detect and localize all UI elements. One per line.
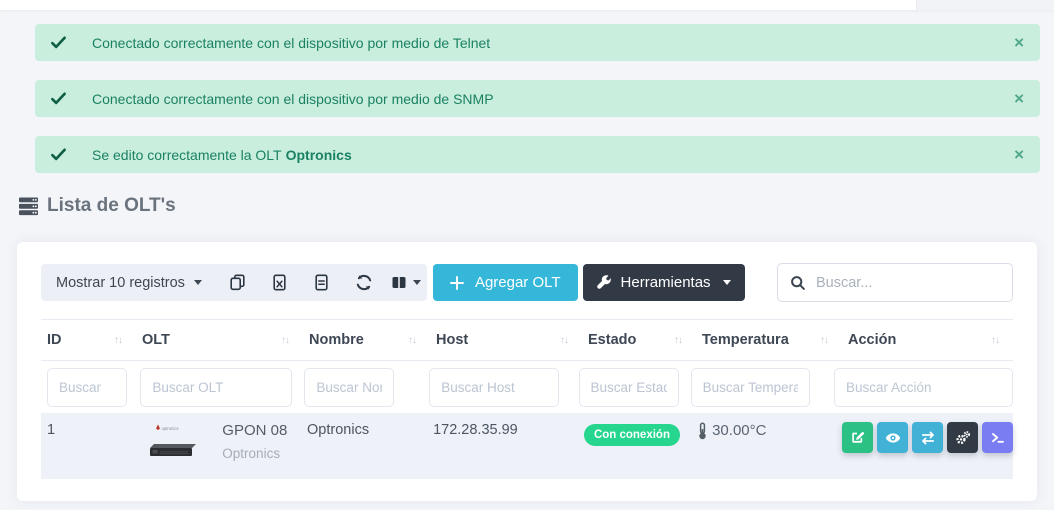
alert-message: Conectado correctamente con el dispositi…	[92, 35, 490, 51]
filter-input-estado[interactable]	[579, 368, 679, 407]
page-title-text: Lista de OLT's	[47, 195, 176, 217]
settings-button[interactable]	[947, 422, 978, 453]
chevron-down-icon	[413, 280, 421, 285]
olt-model: GPON 08	[222, 422, 287, 439]
cell-temperatura: 30.00°C	[691, 422, 836, 479]
check-icon	[51, 36, 66, 49]
column-header-temperatura[interactable]: Temperatura↑↓	[696, 320, 842, 360]
column-header-estado[interactable]: Estado↑↓	[582, 320, 696, 360]
cell-host: 172.28.35.99	[427, 422, 578, 479]
terminal-button[interactable]	[982, 422, 1013, 453]
table-search	[777, 263, 1013, 302]
sort-icon[interactable]: ↑↓	[281, 335, 289, 346]
sort-icon[interactable]: ↑↓	[820, 335, 828, 346]
tools-dropdown-button[interactable]: Herramientas	[583, 264, 745, 301]
excel-icon	[271, 274, 288, 291]
alert-telnet-success: Conectado correctamente con el dispositi…	[35, 24, 1040, 61]
filter-input-id[interactable]	[47, 368, 127, 407]
copy-icon	[229, 274, 246, 291]
column-header-host[interactable]: Host↑↓	[430, 320, 582, 360]
alerts-container: Conectado correctamente con el dispositi…	[35, 24, 1040, 173]
sort-icon[interactable]: ↑↓	[991, 335, 999, 346]
thermometer-icon	[697, 422, 708, 440]
show-entries-label: Mostrar 10 registros	[56, 275, 185, 291]
svg-text:optronics: optronics	[162, 426, 179, 431]
eye-icon	[885, 430, 901, 446]
column-header-accion[interactable]: Acción↑↓	[842, 320, 1013, 360]
add-olt-label: Agregar OLT	[475, 274, 561, 291]
check-icon	[51, 92, 66, 105]
column-header-nombre[interactable]: Nombre↑↓	[303, 320, 430, 360]
cell-nombre: Optronics	[301, 422, 427, 479]
chevron-down-icon	[723, 280, 731, 285]
navbar-dropdown-panel	[916, 0, 1054, 10]
filter-input-temperatura[interactable]	[691, 368, 810, 407]
top-navbar	[0, 0, 1054, 10]
file-export-button[interactable]	[301, 264, 343, 301]
table-toolbar: Mostrar 10 registros	[41, 264, 1013, 301]
tools-label: Herramientas	[621, 274, 711, 291]
add-olt-button[interactable]: Agregar OLT	[433, 264, 578, 301]
edit-icon	[850, 430, 865, 445]
edit-button[interactable]	[842, 422, 873, 453]
alert-message: Conectado correctamente con el dispositi…	[92, 91, 494, 107]
server-icon	[18, 197, 39, 216]
search-input[interactable]	[816, 275, 1000, 291]
show-entries-dropdown[interactable]: Mostrar 10 registros	[41, 264, 217, 301]
terminal-icon	[990, 430, 1006, 446]
file-text-icon	[313, 274, 330, 291]
cell-olt: optronics GPON 08 Optronics	[135, 422, 301, 479]
close-icon[interactable]: ×	[1014, 34, 1024, 51]
olt-device-image: optronics	[144, 422, 204, 460]
exchange-arrows-icon	[920, 430, 936, 446]
export-button-group: Mostrar 10 registros	[41, 264, 427, 301]
sort-icon[interactable]: ↑↓	[114, 335, 122, 346]
check-icon	[51, 148, 66, 161]
filter-input-accion[interactable]	[834, 368, 1013, 407]
filter-input-host[interactable]	[429, 368, 559, 407]
columns-icon	[391, 275, 407, 290]
view-button[interactable]	[877, 422, 908, 453]
copy-button[interactable]	[217, 264, 259, 301]
cell-estado: Con conexión	[578, 422, 691, 479]
filter-input-nombre[interactable]	[304, 368, 394, 407]
status-badge: Con conexión	[584, 424, 680, 446]
column-visibility-button[interactable]	[385, 264, 427, 301]
wrench-icon	[597, 275, 612, 290]
plus-icon	[450, 276, 464, 290]
olt-list-card: Mostrar 10 registros	[17, 242, 1037, 501]
chevron-down-icon	[194, 280, 202, 285]
close-icon[interactable]: ×	[1014, 146, 1024, 163]
olt-brand: Optronics	[222, 446, 287, 461]
refresh-button[interactable]	[343, 264, 385, 301]
page-title: Lista de OLT's	[18, 195, 1054, 217]
alert-edit-success: Se edito correctamente la OLTOptronics ×	[35, 136, 1040, 173]
gears-icon	[955, 430, 971, 446]
cell-accion	[836, 422, 1013, 479]
temperature-value: 30.00°C	[712, 422, 766, 439]
sort-icon[interactable]: ↑↓	[408, 335, 416, 346]
alert-snmp-success: Conectado correctamente con el dispositi…	[35, 80, 1040, 117]
sort-icon[interactable]: ↑↓	[560, 335, 568, 346]
filter-input-olt[interactable]	[140, 368, 292, 407]
excel-export-button[interactable]	[259, 264, 301, 301]
refresh-icon	[355, 274, 373, 291]
column-header-id[interactable]: ID↑↓	[41, 320, 136, 360]
table-filter-row	[41, 361, 1013, 413]
search-icon	[790, 275, 806, 291]
column-header-olt[interactable]: OLT↑↓	[136, 320, 303, 360]
table-row: 1 optronics GPON 08 Optronics Optronics …	[41, 413, 1013, 479]
sort-icon[interactable]: ↑↓	[674, 335, 682, 346]
alert-message: Se edito correctamente la OLT	[92, 147, 282, 163]
table-header-row: ID↑↓ OLT↑↓ Nombre↑↓ Host↑↓ Estado↑↓ Temp…	[41, 319, 1013, 361]
alert-message-bold: Optronics	[286, 147, 352, 163]
close-icon[interactable]: ×	[1014, 90, 1024, 107]
cell-id: 1	[41, 422, 135, 479]
transfer-button[interactable]	[912, 422, 943, 453]
